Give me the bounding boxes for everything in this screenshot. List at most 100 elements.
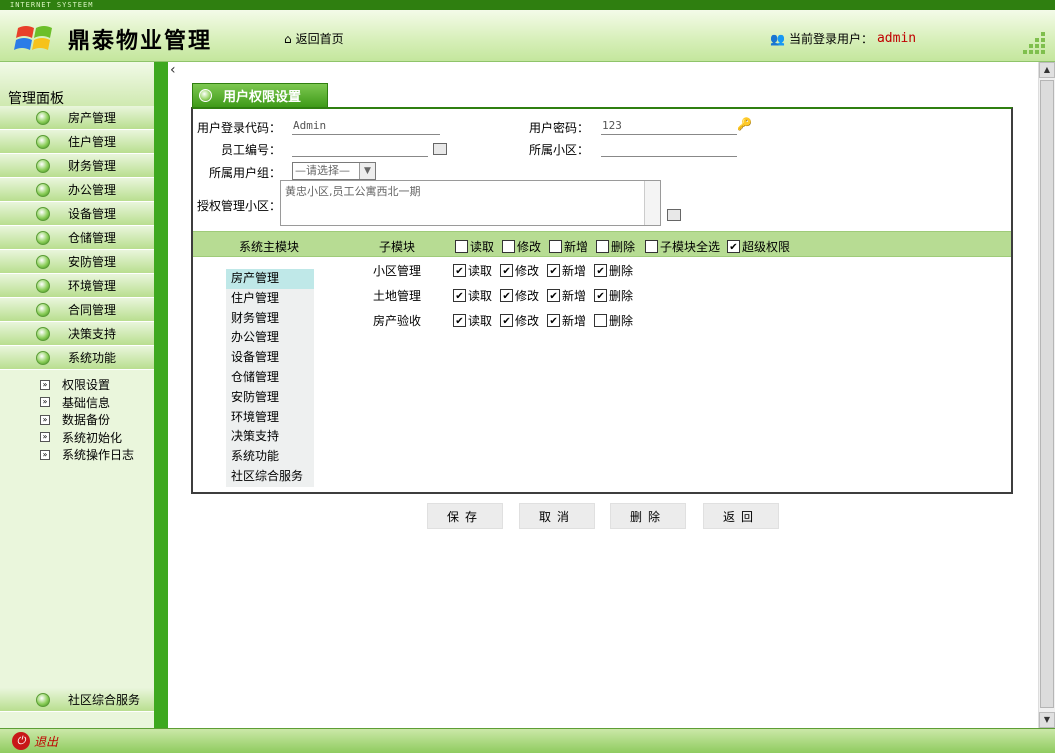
permission-checkbox[interactable]: 新增 — [547, 312, 586, 329]
module-item[interactable]: 房产管理 — [226, 269, 314, 289]
checkbox-icon[interactable] — [502, 240, 515, 253]
key-icon[interactable]: 🔑 — [737, 117, 752, 131]
permission-checkbox[interactable]: 读取 — [453, 312, 492, 329]
select-area-icon[interactable] — [667, 209, 681, 221]
permission-checkbox[interactable]: 修改 — [500, 312, 539, 329]
sidebar-item-community-service[interactable]: 社区综合服务 — [0, 688, 154, 712]
home-link[interactable]: ⌂ 返回首页 — [284, 30, 344, 47]
checkbox-icon[interactable] — [645, 240, 658, 253]
employee-no-field[interactable] — [292, 156, 428, 157]
sidebar-item[interactable]: 决策支持 — [0, 322, 154, 346]
checkbox-icon[interactable] — [594, 314, 608, 327]
header-checkbox[interactable]: 子模块全选 — [645, 238, 720, 255]
module-item[interactable]: 决策支持 — [226, 427, 314, 447]
sidebar-item[interactable]: 仓储管理 — [0, 226, 154, 250]
permission-checkbox[interactable]: 删除 — [594, 262, 633, 279]
permission-checkbox[interactable]: 修改 — [500, 287, 539, 304]
collapse-sidebar-icon[interactable]: ‹ — [170, 62, 176, 78]
power-icon: ⏻ — [12, 732, 30, 750]
checkbox-icon[interactable] — [594, 289, 608, 302]
header-checkbox[interactable]: 删除 — [596, 238, 635, 255]
module-item[interactable]: 安防管理 — [226, 388, 314, 408]
main-module-list: 房产管理 住户管理 财务管理 办公管理 设备管理 仓储管理 安防管理 环境管理 决策支持 系统功能… — [226, 269, 314, 487]
permission-checkbox[interactable]: 删除 — [594, 312, 633, 329]
scroll-up-icon[interactable]: ▲ — [1039, 62, 1055, 78]
scroll-down-icon[interactable]: ▼ — [1039, 712, 1055, 728]
module-item[interactable]: 财务管理 — [226, 309, 314, 329]
sidebar-item[interactable]: 系统功能 — [0, 346, 154, 370]
tab-user-permissions[interactable]: 用户权限设置 — [192, 83, 328, 107]
sidebar-item[interactable]: 办公管理 — [0, 178, 154, 202]
checkbox-icon[interactable] — [547, 314, 561, 327]
checkbox-icon[interactable] — [453, 314, 466, 327]
module-item[interactable]: 仓储管理 — [226, 368, 314, 388]
header-checkbox[interactable]: 新增 — [549, 238, 588, 255]
checkbox-icon[interactable] — [596, 240, 609, 253]
logout-button[interactable]: ⏻ 退出 — [12, 732, 58, 750]
scroll-thumb[interactable] — [1040, 80, 1054, 708]
permission-checkbox[interactable]: 读取 — [453, 287, 492, 304]
permission-checkbox[interactable]: 修改 — [500, 262, 539, 279]
auth-area-textarea[interactable]: 黄忠小区,员工公寓西北一期 — [280, 180, 661, 226]
sidebar-item-label: 住户管理 — [68, 135, 117, 149]
submenu-item[interactable]: » 基础信息 — [40, 394, 154, 412]
checkbox-label: 超级权限 — [742, 240, 791, 254]
submenu-item[interactable]: » 数据备份 — [40, 411, 154, 429]
sidebar-item[interactable]: 财务管理 — [0, 154, 154, 178]
module-item[interactable]: 住户管理 — [226, 289, 314, 309]
checkbox-icon[interactable] — [453, 289, 466, 302]
checkbox-icon[interactable] — [455, 240, 468, 253]
submenu-item[interactable]: » 系统操作日志 — [40, 446, 154, 464]
login-code-field[interactable]: Admin — [293, 119, 326, 132]
checkbox-icon[interactable] — [500, 289, 514, 302]
checkbox-icon[interactable] — [594, 264, 608, 277]
sidebar-item-label: 系统功能 — [68, 351, 117, 365]
password-field[interactable]: 123 — [602, 119, 622, 132]
checkbox-icon[interactable] — [549, 240, 562, 253]
group-select[interactable]: —请选择— ▼ — [292, 162, 376, 180]
checkbox-label: 子模块全选 — [660, 240, 721, 254]
sidebar-item[interactable]: 环境管理 — [0, 274, 154, 298]
permission-checkbox[interactable]: 新增 — [547, 262, 586, 279]
lookup-icon[interactable] — [433, 143, 447, 155]
module-item[interactable]: 环境管理 — [226, 408, 314, 428]
page-scrollbar[interactable]: ▲ ▼ — [1038, 62, 1055, 728]
checkbox-icon[interactable] — [500, 314, 514, 327]
sidebar-item[interactable]: 安防管理 — [0, 250, 154, 274]
header-checkbox[interactable]: 读取 — [455, 238, 494, 255]
back-button[interactable]: 返回 — [703, 503, 779, 529]
submenu-item[interactable]: » 系统初始化 — [40, 429, 154, 447]
chevron-down-icon: ▼ — [359, 163, 375, 179]
module-item[interactable]: 社区综合服务 — [226, 467, 314, 487]
permission-checkbox[interactable]: 删除 — [594, 287, 633, 304]
permission-checkbox[interactable]: 新增 — [547, 287, 586, 304]
checkbox-icon[interactable] — [547, 289, 561, 302]
community-field[interactable] — [601, 156, 737, 157]
module-item[interactable]: 办公管理 — [226, 328, 314, 348]
checkbox-icon[interactable] — [547, 264, 561, 277]
textarea-scrollbar[interactable] — [644, 181, 660, 225]
sidebar-item[interactable]: 房产管理 — [0, 106, 154, 130]
delete-button[interactable]: 删除 — [610, 503, 686, 529]
community-label: 所属小区： — [529, 143, 590, 157]
checkbox-icon[interactable] — [727, 240, 740, 253]
header-checkbox[interactable]: 修改 — [502, 238, 541, 255]
group-label: 所属用户组： — [209, 166, 282, 180]
sidebar-item[interactable]: 合同管理 — [0, 298, 154, 322]
sidebar-item-label: 合同管理 — [68, 303, 117, 317]
cancel-button[interactable]: 取消 — [519, 503, 595, 529]
checkbox-icon[interactable] — [453, 264, 466, 277]
permission-header: 系统主模块 子模块 读取 修改 新增 删除 子模块全选 超级权限 — [193, 231, 1011, 257]
sub-module-row: 土地管理 读取 修改 新增 删除 — [373, 287, 641, 304]
module-item[interactable]: 系统功能 — [226, 447, 314, 467]
checkbox-label: 新增 — [564, 240, 589, 254]
header-checkbox[interactable]: 超级权限 — [727, 238, 790, 255]
windows-logo-icon — [14, 26, 52, 50]
sidebar-item[interactable]: 住户管理 — [0, 130, 154, 154]
module-item[interactable]: 设备管理 — [226, 348, 314, 368]
permission-checkbox[interactable]: 读取 — [453, 262, 492, 279]
checkbox-icon[interactable] — [500, 264, 514, 277]
sidebar-item[interactable]: 设备管理 — [0, 202, 154, 226]
save-button[interactable]: 保存 — [427, 503, 503, 529]
submenu-item[interactable]: » 权限设置 — [40, 376, 154, 394]
